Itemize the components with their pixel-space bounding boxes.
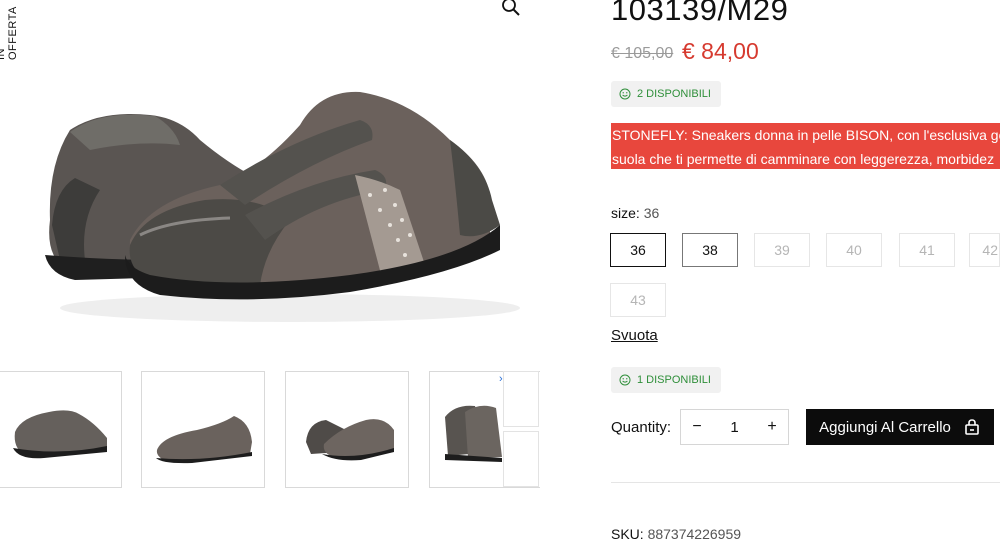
- old-price: € 105,00: [611, 45, 674, 62]
- size-option-43[interactable]: 43: [610, 283, 666, 317]
- size-current-value: 36: [643, 205, 660, 221]
- size-option-38[interactable]: 38: [682, 233, 738, 267]
- product-title: 103139/M29: [611, 0, 789, 27]
- add-to-cart-label: Aggiungi Al Carrello: [819, 418, 951, 436]
- size-label: size: 36: [611, 205, 660, 221]
- product-description: STONEFLY: Sneakers donna in pelle BISON,…: [611, 123, 1000, 169]
- size-option-39[interactable]: 39: [754, 233, 810, 267]
- thumbnail-1[interactable]: [0, 371, 122, 488]
- size-option-40[interactable]: 40: [826, 233, 882, 267]
- offer-tag: IN OFFERTA: [0, 6, 19, 60]
- quantity-label: Quantity:: [611, 419, 672, 436]
- clear-selection-link[interactable]: Svuota: [611, 327, 658, 344]
- thumbnail-2[interactable]: [141, 371, 265, 488]
- divider: [611, 482, 1000, 483]
- sku-label: SKU:: [611, 526, 644, 539]
- product-main-image[interactable]: [30, 70, 520, 330]
- smile-icon: [619, 88, 631, 100]
- description-line-2: suola che ti permette di camminare con l…: [612, 151, 995, 167]
- sku-value: 887374226959: [647, 526, 742, 539]
- description-line-1: STONEFLY: Sneakers donna in pelle BISON,…: [612, 127, 1000, 143]
- size-option-36[interactable]: 36: [610, 233, 666, 267]
- quantity-increase-button[interactable]: +: [756, 410, 788, 444]
- thumbnail-strip: [0, 371, 540, 489]
- quantity-input[interactable]: [714, 418, 755, 436]
- thumbnail-3[interactable]: [285, 371, 409, 488]
- size-option-41[interactable]: 41: [899, 233, 955, 267]
- size-option-42[interactable]: 42: [969, 233, 1000, 267]
- add-to-cart-button[interactable]: Aggiungi Al Carrello: [806, 409, 994, 445]
- stock-text-variant: 1 DISPONIBILI: [637, 374, 711, 386]
- sku: SKU: 887374226959: [611, 526, 741, 539]
- magnifier-icon[interactable]: [500, 0, 522, 18]
- sale-price: € 84,00: [682, 38, 759, 64]
- stock-badge: 2 DISPONIBILI: [611, 81, 721, 107]
- stock-text: 2 DISPONIBILI: [637, 88, 711, 100]
- stock-badge-variant: 1 DISPONIBILI: [611, 367, 721, 393]
- smile-icon: [619, 374, 631, 386]
- thumbnail-nav-up[interactable]: [503, 371, 539, 427]
- thumbnail-nav: ›: [499, 371, 539, 489]
- quantity-decrease-button[interactable]: −: [681, 410, 713, 444]
- bag-lock-icon: [965, 419, 979, 435]
- quantity-stepper: − +: [680, 409, 789, 445]
- thumbnail-nav-down[interactable]: [503, 431, 539, 487]
- size-label-text: size: [611, 205, 636, 221]
